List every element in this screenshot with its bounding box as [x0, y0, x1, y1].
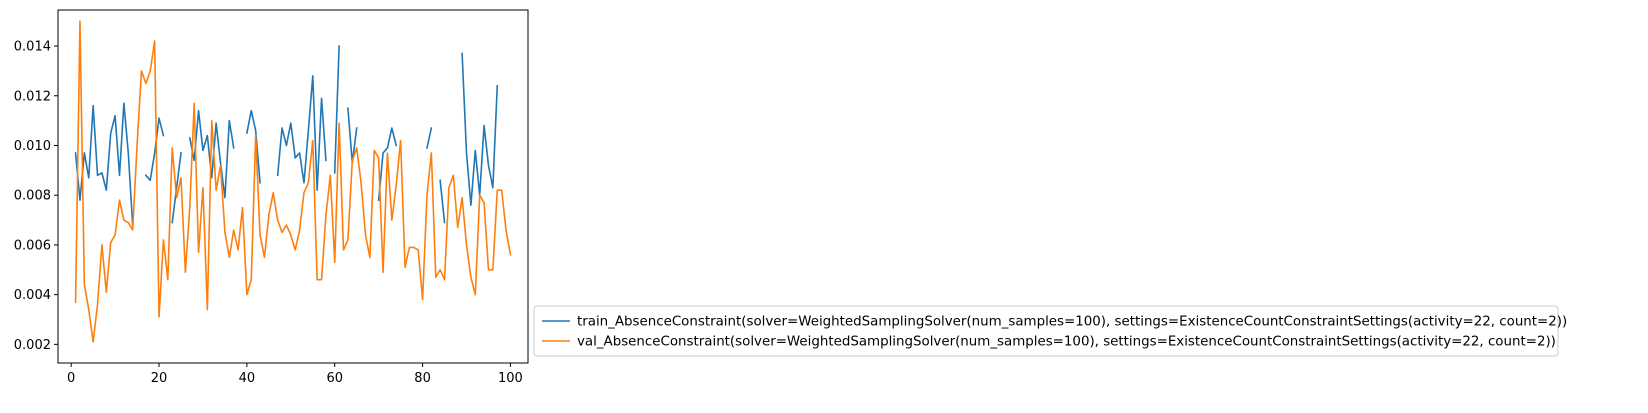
y-tick-label: 0.006: [14, 238, 51, 253]
y-tick-label: 0.010: [14, 139, 51, 154]
x-tick-label: 80: [414, 371, 431, 386]
x-tick-label: 0: [67, 371, 75, 386]
y-tick-label: 0.008: [14, 189, 51, 204]
y-tick-label: 0.012: [14, 89, 51, 104]
legend-label-0: train_AbsenceConstraint(solver=WeightedS…: [577, 315, 1567, 330]
x-tick-label: 100: [498, 371, 523, 386]
x-tick-label: 20: [151, 371, 168, 386]
legend-label-1: val_AbsenceConstraint(solver=WeightedSam…: [577, 335, 1556, 350]
y-tick-label: 0.002: [14, 338, 51, 353]
x-tick-label: 40: [239, 371, 256, 386]
y-tick-label: 0.004: [14, 288, 51, 303]
y-tick-label: 0.014: [14, 40, 51, 55]
x-tick-label: 60: [326, 371, 343, 386]
legend: train_AbsenceConstraint(solver=WeightedS…: [533, 305, 1567, 357]
line-chart: 0 20 40 60 80 100 0.002 0.004 0.006 0.008 0.010 0.0…: [0, 0, 1648, 413]
